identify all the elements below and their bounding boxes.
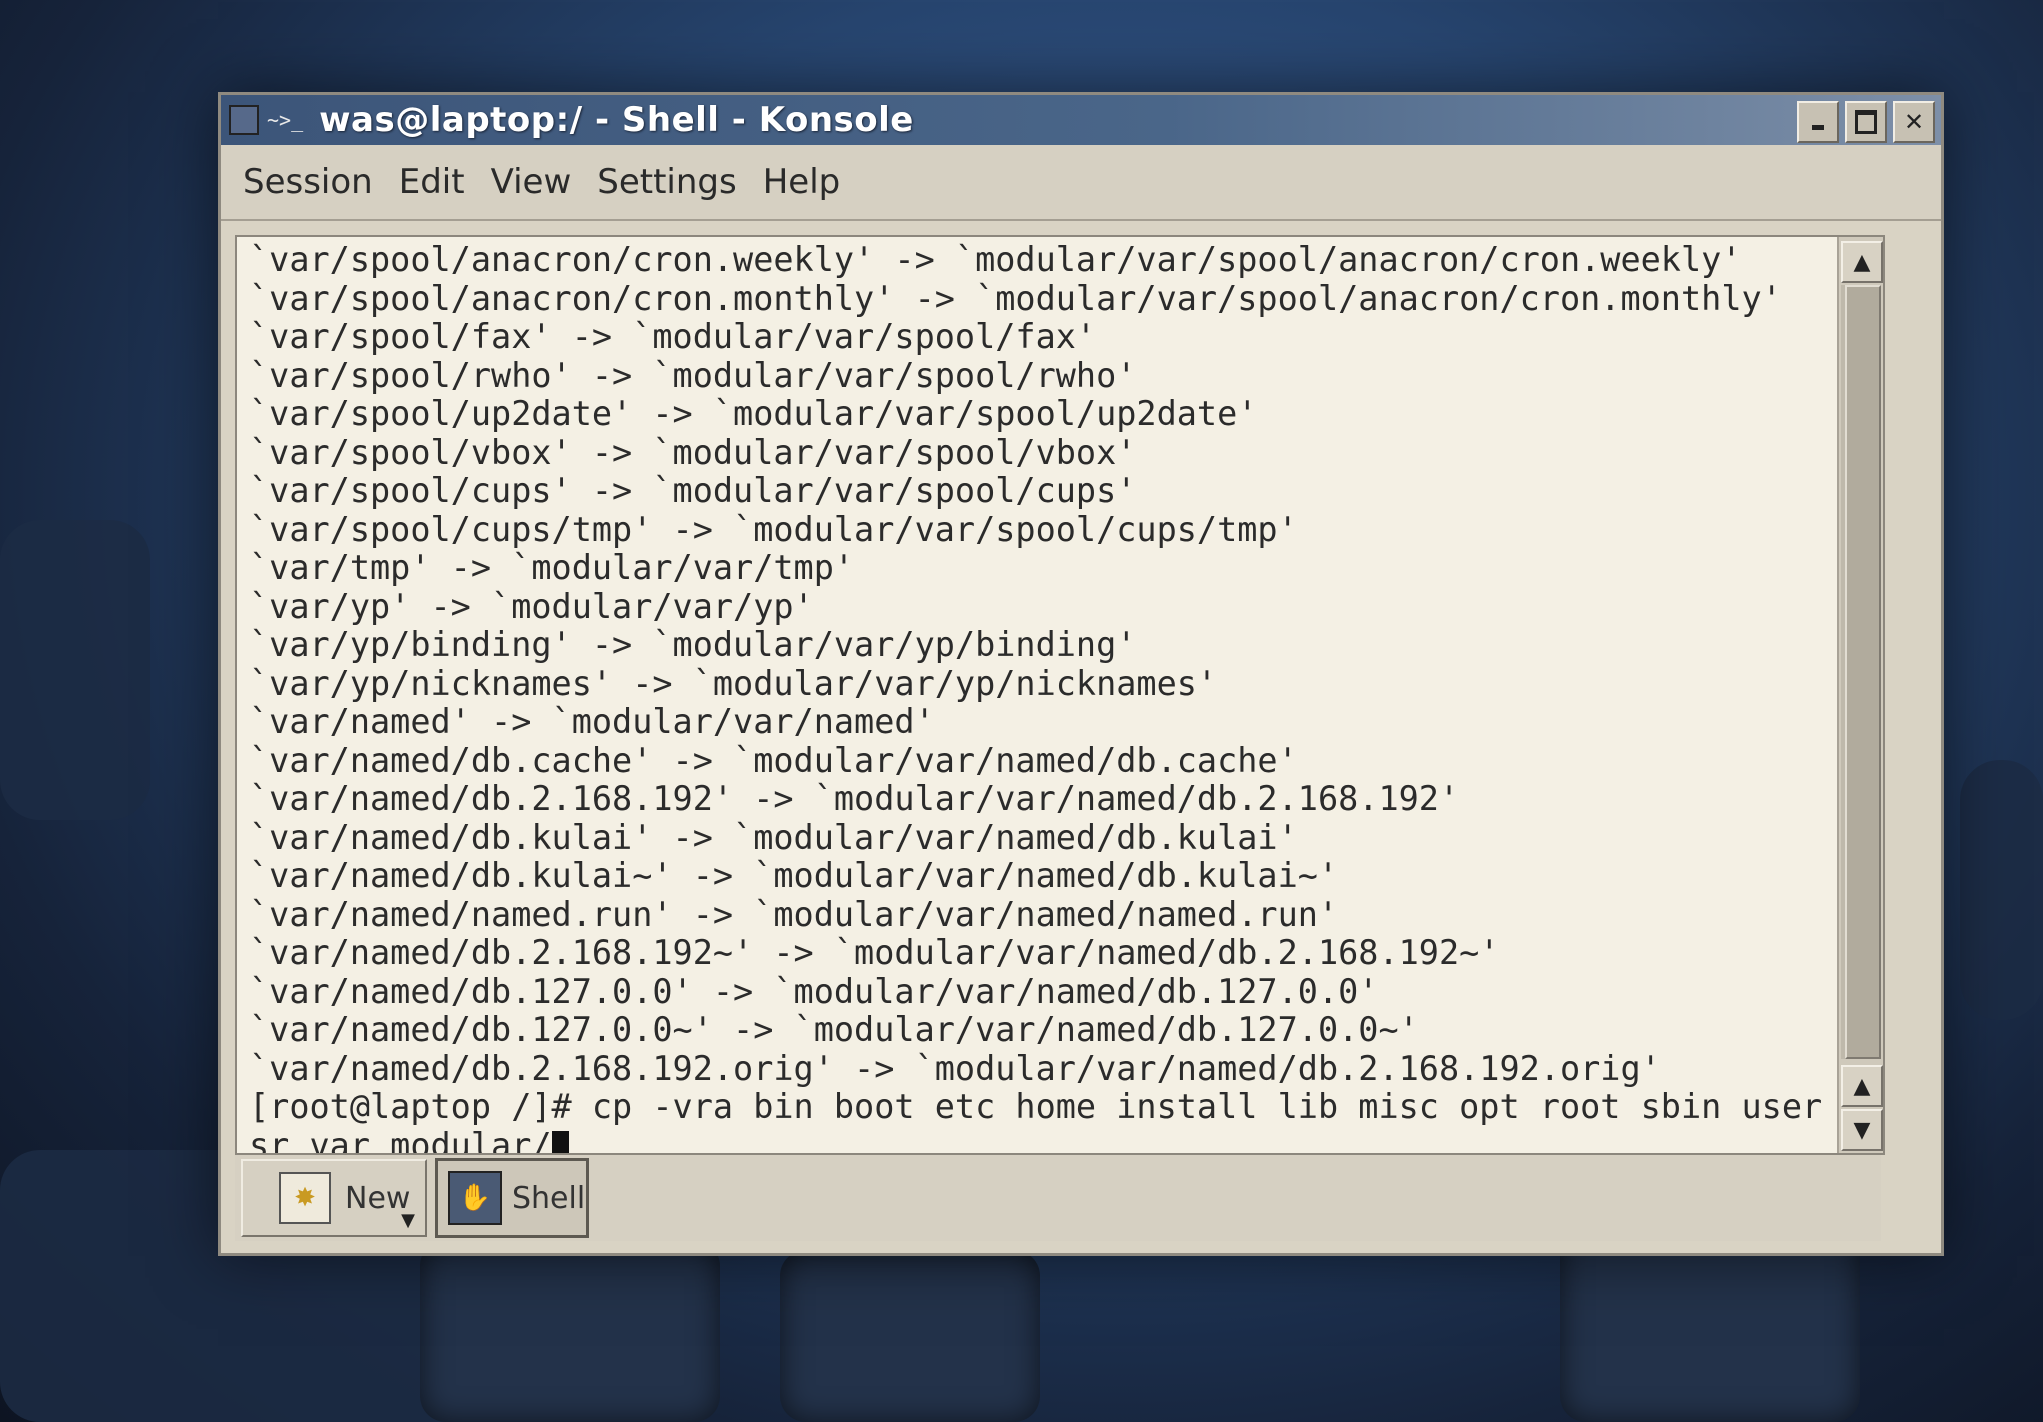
output-line: `var/yp/binding' -> `modular/var/yp/bind…	[249, 625, 1137, 664]
arrow-up-icon: ▲	[1853, 1073, 1871, 1099]
menu-help[interactable]: Help	[763, 162, 841, 202]
konsole-window: ~>_ was@laptop:/ - Shell - Konsole ✕ Ses…	[218, 92, 1944, 1256]
output-line: `var/named/db.127.0.0~' -> `modular/var/…	[249, 1010, 1419, 1049]
output-line: `var/named/db.kulai~' -> `modular/var/na…	[249, 856, 1339, 895]
close-icon: ✕	[1903, 108, 1925, 136]
new-session-icon: ✸	[279, 1172, 331, 1224]
arrow-down-icon: ▼	[1853, 1117, 1871, 1143]
new-session-button[interactable]: ✸ New ▼	[241, 1159, 427, 1237]
scroll-thumb[interactable]	[1845, 285, 1881, 1059]
output-line: `var/spool/anacron/cron.monthly' -> `mod…	[249, 278, 1782, 318]
background-key	[420, 1240, 720, 1422]
minimize-button[interactable]	[1797, 101, 1839, 143]
maximize-icon	[1855, 110, 1877, 134]
window-menu-icon[interactable]	[229, 105, 259, 135]
output-line: `var/spool/vbox' -> `modular/var/spool/v…	[249, 432, 1137, 472]
tab-shell[interactable]: ✋ Shell	[435, 1158, 589, 1238]
terminal-output: `var/spool/anacron/cron.weekly' -> `modu…	[237, 237, 1883, 1155]
maximize-button[interactable]	[1845, 101, 1887, 143]
menu-edit[interactable]: Edit	[399, 162, 465, 202]
output-line: `var/named/db.2.168.192' -> `modular/var…	[249, 779, 1460, 818]
background-key	[780, 1250, 1040, 1422]
scroll-up-button[interactable]: ▲	[1841, 241, 1883, 283]
output-line: `var/spool/up2date' -> `modular/var/spoo…	[249, 394, 1258, 433]
vertical-scrollbar[interactable]: ▲ ▲ ▼	[1837, 237, 1883, 1153]
output-line: `var/named/db.2.168.192~' -> `modular/va…	[249, 933, 1500, 972]
terminal-app-icon: ~>_	[267, 108, 304, 132]
command-text: sr var modular/	[249, 1125, 552, 1155]
menu-settings[interactable]: Settings	[597, 162, 736, 202]
menu-session[interactable]: Session	[243, 162, 373, 202]
output-line: `var/tmp' -> `modular/var/tmp'	[249, 548, 855, 587]
minimize-icon	[1812, 124, 1824, 130]
window-title: was@laptop:/ - Shell - Konsole	[319, 100, 914, 140]
output-line: `var/spool/cups/tmp' -> `modular/var/spo…	[249, 509, 1298, 549]
command-continuation-line: sr var modular/	[249, 1125, 1883, 1155]
output-line: `var/yp' -> `modular/var/yp'	[249, 586, 814, 626]
output-line: `var/named/db.cache' -> `modular/var/nam…	[249, 740, 1298, 780]
menu-view[interactable]: View	[491, 162, 572, 202]
text-cursor	[551, 1130, 569, 1153]
scroll-up-button-lower[interactable]: ▲	[1841, 1065, 1883, 1107]
menu-bar: Session Edit View Settings Help	[221, 145, 1941, 221]
background-shape	[1960, 760, 2043, 1020]
title-bar[interactable]: ~>_ was@laptop:/ - Shell - Konsole ✕	[221, 95, 1941, 145]
dropdown-arrow-icon[interactable]: ▼	[401, 1210, 415, 1231]
terminal-area[interactable]: `var/spool/anacron/cron.weekly' -> `modu…	[235, 235, 1885, 1155]
window-controls: ✕	[1797, 101, 1935, 143]
scroll-down-button[interactable]: ▼	[1841, 1109, 1883, 1151]
output-line: `var/named' -> `modular/var/named'	[249, 702, 935, 741]
close-button[interactable]: ✕	[1893, 101, 1935, 143]
session-tab-bar: ✸ New ▼ ✋ Shell	[235, 1155, 1881, 1241]
output-line: `var/named/db.kulai' -> `modular/var/nam…	[249, 817, 1298, 857]
output-line: `var/spool/cups' -> `modular/var/spool/c…	[249, 471, 1137, 510]
output-line: `var/named/db.2.168.192.orig' -> `modula…	[249, 1048, 1661, 1088]
background-shape	[0, 520, 150, 820]
arrow-up-icon: ▲	[1853, 249, 1871, 275]
shell-terminal-icon: ✋	[448, 1171, 502, 1225]
output-line: `var/named/named.run' -> `modular/var/na…	[249, 894, 1339, 934]
output-line: `var/spool/fax' -> `modular/var/spool/fa…	[249, 317, 1097, 356]
tab-shell-label: Shell	[512, 1180, 586, 1216]
output-line: `var/spool/rwho' -> `modular/var/spool/r…	[249, 355, 1137, 395]
output-line: `var/spool/anacron/cron.weekly' -> `modu…	[249, 240, 1742, 279]
output-line: `var/named/db.127.0.0' -> `modular/var/n…	[249, 971, 1379, 1011]
command-prompt-line: [root@laptop /]# cp -vra bin boot etc ho…	[249, 1087, 1863, 1126]
output-line: `var/yp/nicknames' -> `modular/var/yp/ni…	[249, 663, 1218, 703]
